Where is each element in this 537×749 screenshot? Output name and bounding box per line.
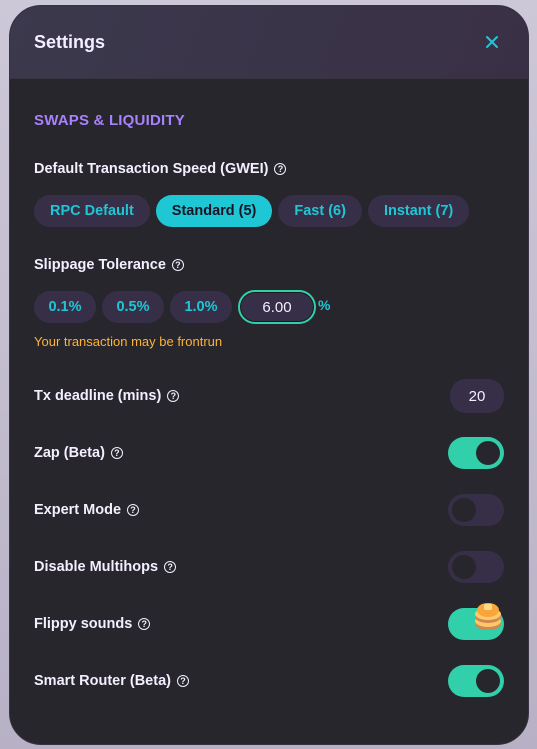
section-title: SWAPS & LIQUIDITY: [34, 112, 185, 129]
help-icon[interactable]: ?: [164, 561, 177, 573]
slippage-option-0-1[interactable]: 0.1%: [34, 291, 96, 323]
modal-body: SWAPS & LIQUIDITY Default Transaction Sp…: [10, 112, 528, 697]
deadline-label-row: Tx deadline (mins) ?: [34, 388, 180, 404]
toggle-row-expert-mode: Expert Mode ?: [34, 494, 504, 526]
help-icon[interactable]: ?: [274, 163, 287, 175]
deadline-row: Tx deadline (mins) ?: [34, 379, 504, 413]
flippy-sounds-toggle[interactable]: [448, 603, 504, 640]
slippage-option-0-5[interactable]: 0.5%: [102, 291, 164, 323]
help-icon[interactable]: ?: [110, 447, 123, 459]
speed-options: RPC Default Standard (5) Fast (6) Instan…: [34, 195, 504, 227]
toggle-row-smart-router: Smart Router (Beta) ?: [34, 665, 504, 697]
deadline-label: Tx deadline (mins): [34, 388, 162, 404]
toggle-row-disable-multihops: Disable Multihops ?: [34, 551, 504, 583]
slippage-unit: %: [318, 297, 331, 313]
slippage-option-1-0[interactable]: 1.0%: [170, 291, 232, 323]
help-icon[interactable]: ?: [138, 618, 151, 630]
speed-label-row: Default Transaction Speed (GWEI) ?: [34, 161, 504, 177]
disable-multihops-label-row: Disable Multihops ?: [34, 559, 177, 575]
toggle-row-zap: Zap (Beta) ?: [34, 437, 504, 469]
smart-router-toggle[interactable]: [448, 665, 504, 697]
toggle-knob: [452, 498, 476, 522]
smart-router-label: Smart Router (Beta): [34, 673, 171, 689]
zap-toggle[interactable]: [448, 437, 504, 469]
modal-header: Settings: [10, 6, 528, 79]
disable-multihops-toggle[interactable]: [448, 551, 504, 583]
expert-mode-label-row: Expert Mode ?: [34, 502, 140, 518]
settings-modal: Settings SWAPS & LIQUIDITY Default Trans…: [9, 5, 529, 745]
speed-option-instant[interactable]: Instant (7): [367, 195, 470, 227]
disable-multihops-label: Disable Multihops: [34, 559, 159, 575]
slippage-label-row: Slippage Tolerance ?: [34, 257, 504, 273]
toggle-knob: [452, 555, 476, 579]
close-button[interactable]: [480, 30, 504, 54]
smart-router-label-row: Smart Router (Beta) ?: [34, 673, 189, 689]
zap-label-row: Zap (Beta) ?: [34, 445, 123, 461]
flippy-sounds-label: Flippy sounds: [34, 616, 133, 632]
close-icon: [486, 36, 498, 48]
toggle-row-flippy-sounds: Flippy sounds ?: [34, 603, 504, 640]
slippage-label: Slippage Tolerance: [34, 257, 166, 273]
zap-label: Zap (Beta): [34, 445, 105, 461]
speed-option-rpc-default[interactable]: RPC Default: [34, 195, 150, 227]
help-icon[interactable]: ?: [167, 390, 180, 402]
speed-label: Default Transaction Speed (GWEI): [34, 161, 269, 177]
modal-title: Settings: [34, 31, 106, 52]
slippage-input[interactable]: [238, 290, 316, 324]
help-icon[interactable]: ?: [171, 259, 184, 271]
help-icon[interactable]: ?: [127, 504, 140, 516]
deadline-input[interactable]: [450, 379, 504, 413]
speed-option-fast[interactable]: Fast (6): [278, 195, 362, 227]
toggle-knob: [476, 441, 500, 465]
frontrun-warning: Your transaction may be frontrun: [34, 334, 223, 349]
pancake-icon: [475, 603, 501, 630]
toggle-knob: [476, 669, 500, 693]
help-icon[interactable]: ?: [176, 675, 189, 687]
speed-option-standard[interactable]: Standard (5): [155, 195, 273, 227]
slippage-options: 0.1% 0.5% 1.0% %: [34, 290, 504, 324]
expert-mode-label: Expert Mode: [34, 502, 122, 518]
expert-mode-toggle[interactable]: [448, 494, 504, 526]
flippy-sounds-label-row: Flippy sounds ?: [34, 616, 151, 632]
